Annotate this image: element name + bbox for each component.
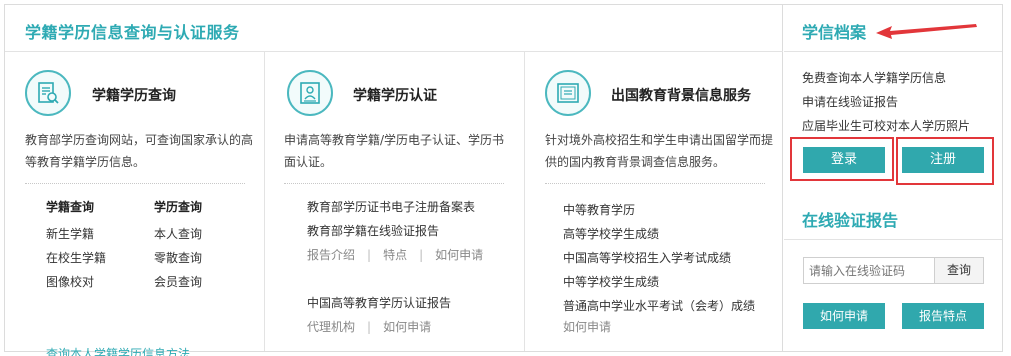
link-single-query[interactable]: 零散查询 (154, 246, 202, 270)
column-xueji-certification: 学籍学历认证 申请高等教育学籍/学历电子认证、学历书面认证。 教育部学历证书电子… (265, 52, 525, 351)
grid-header-xueji: 学籍查询 (46, 200, 95, 214)
online-report-title: 在线验证报告 (802, 211, 899, 230)
dotted-divider (545, 183, 765, 184)
separator: | (367, 248, 372, 262)
report-sub-links: 报告介绍 | 特点 | 如何申请 (307, 246, 483, 263)
red-arrow-annotation (876, 24, 977, 39)
column-xueji-query: 学籍学历查询 教育部学历查询网站，可查询国家承认的高等教育学籍学历信息。 学籍查… (5, 52, 265, 356)
link-how-to-apply[interactable]: 如何申请 (435, 248, 483, 262)
verification-code-input[interactable] (803, 257, 934, 284)
link-features[interactable]: 特点 (383, 248, 407, 262)
link-university-grades[interactable]: 高等学校学生成绩 (563, 222, 755, 246)
archive-feature-list: 免费查询本人学籍学历信息 申请在线验证报告 应届毕业生可校对本人学历照片 (802, 66, 970, 138)
separator: | (367, 320, 372, 334)
grid-header-xueli: 学历查询 (154, 200, 203, 214)
xueji-list: 新生学籍 在校生学籍 图像校对 (46, 222, 106, 294)
link-secondary-education[interactable]: 中等教育学历 (563, 198, 755, 222)
cert-sub-links: 代理机构 | 如何申请 (307, 318, 431, 335)
background-service-list: 中等教育学历 高等学校学生成绩 中国高等学校招生入学考试成绩 中等学校学生成绩 … (563, 198, 755, 318)
link-query-method[interactable]: 查询本人学籍学历信息方法 (46, 345, 190, 356)
highlight-box-login (790, 137, 894, 181)
column-description: 针对境外高校招生和学生申请出国留学而提供的国内教育背景调查信息服务。 (545, 133, 774, 169)
link-self-query[interactable]: 本人查询 (154, 222, 202, 246)
divider (784, 51, 1002, 52)
archive-title: 学信档案 (802, 23, 867, 42)
column-description: 申请高等教育学籍/学历电子认证、学历书面认证。 (284, 133, 505, 169)
highlight-box-register (896, 137, 994, 185)
xuexin-archive-panel: 学信档案 免费查询本人学籍学历信息 申请在线验证报告 应届毕业生可校对本人学历照… (784, 5, 1002, 351)
column-title: 出国教育背景信息服务 (611, 88, 751, 104)
how-to-apply-button[interactable]: 如何申请 (803, 303, 885, 329)
section-title: 学籍学历信息查询与认证服务 (25, 23, 240, 42)
document-search-icon (25, 70, 71, 116)
link-how-to-apply[interactable]: 如何申请 (563, 320, 611, 334)
link-enrolled-student-record[interactable]: 在校生学籍 (46, 246, 106, 270)
query-button[interactable]: 查询 (934, 257, 984, 284)
feature-line: 申请在线验证报告 (802, 95, 899, 109)
link-secondary-grades[interactable]: 中等学校学生成绩 (563, 270, 755, 294)
column-description: 教育部学历查询网站，可查询国家承认的高等教育学籍学历信息。 (25, 133, 254, 169)
report-features-button[interactable]: 报告特点 (902, 303, 984, 329)
column-overseas-background: 出国教育背景信息服务 针对境外高校招生和学生申请出国留学而提供的国内教育背景调查… (525, 52, 783, 351)
link-diploma-registration-form[interactable]: 教育部学历证书电子注册备案表 (307, 198, 475, 215)
link-member-query[interactable]: 会员查询 (154, 270, 202, 294)
dotted-divider (25, 183, 245, 184)
diploma-frame-icon (545, 70, 591, 116)
divider (784, 239, 1002, 240)
link-report-intro[interactable]: 报告介绍 (307, 248, 355, 262)
certificate-icon (287, 70, 333, 116)
link-image-check[interactable]: 图像校对 (46, 270, 106, 294)
feature-line: 应届毕业生可校对本人学历照片 (802, 119, 971, 133)
column-title: 学籍学历查询 (92, 88, 176, 104)
dotted-divider (284, 183, 504, 184)
link-academic-proficiency-scores[interactable]: 普通高中学业水平考试（会考）成绩 (563, 294, 755, 318)
link-xueji-online-report[interactable]: 教育部学籍在线验证报告 (307, 222, 439, 239)
service-panel: 学籍学历信息查询与认证服务 学籍学历查询 教育部学历查询网站，可查询国家承认的高… (4, 4, 1003, 356)
xueli-list: 本人查询 零散查询 会员查询 (154, 222, 202, 294)
separator: | (419, 248, 424, 262)
column-title: 学籍学历认证 (353, 88, 437, 104)
feature-line: 免费查询本人学籍学历信息 (802, 71, 947, 85)
main-section: 学籍学历信息查询与认证服务 学籍学历查询 教育部学历查询网站，可查询国家承认的高… (5, 5, 783, 356)
link-how-to-apply[interactable]: 如何申请 (383, 320, 431, 334)
background-sub-links: 如何申请 (563, 318, 611, 335)
link-new-student-record[interactable]: 新生学籍 (46, 222, 106, 246)
link-agencies[interactable]: 代理机构 (307, 320, 355, 334)
link-entrance-exam-scores[interactable]: 中国高等学校招生入学考试成绩 (563, 246, 755, 270)
link-degree-certification-report[interactable]: 中国高等教育学历认证报告 (307, 294, 451, 311)
